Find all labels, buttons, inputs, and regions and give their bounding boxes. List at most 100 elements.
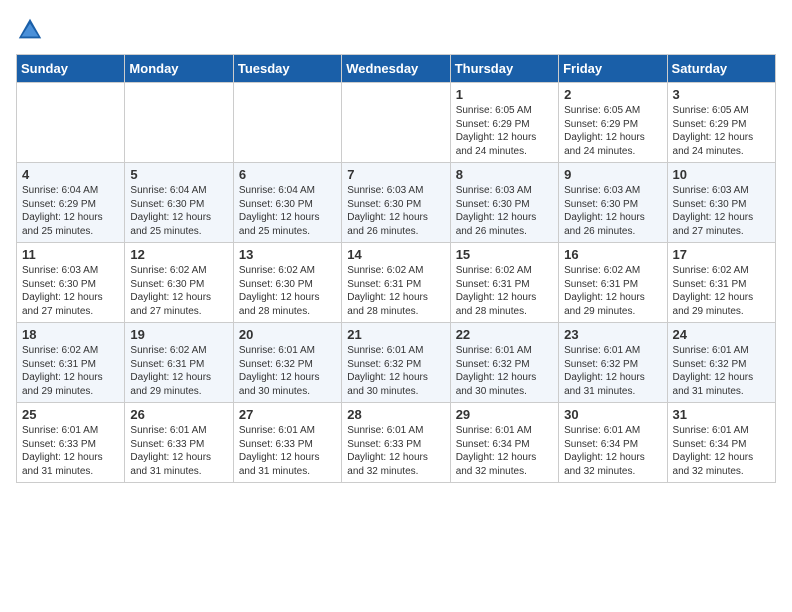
cell-info: Sunrise: 6:01 AM Sunset: 6:33 PM Dayligh…	[347, 424, 444, 478]
cell-info: Sunrise: 6:04 AM Sunset: 6:29 PM Dayligh…	[22, 184, 119, 238]
cell-info: Sunrise: 6:03 AM Sunset: 6:30 PM Dayligh…	[564, 184, 661, 238]
day-number: 10	[673, 167, 770, 182]
cell-info: Sunrise: 6:01 AM Sunset: 6:32 PM Dayligh…	[239, 344, 336, 398]
day-number: 8	[456, 167, 553, 182]
cell-info: Sunrise: 6:01 AM Sunset: 6:32 PM Dayligh…	[564, 344, 661, 398]
day-number: 6	[239, 167, 336, 182]
cell-info: Sunrise: 6:01 AM Sunset: 6:33 PM Dayligh…	[239, 424, 336, 478]
day-header-friday: Friday	[559, 55, 667, 83]
calendar-cell: 6 Sunrise: 6:04 AM Sunset: 6:30 PM Daylig…	[233, 163, 341, 243]
cell-info: Sunrise: 6:01 AM Sunset: 6:34 PM Dayligh…	[456, 424, 553, 478]
calendar-cell: 7Sunrise: 6:03 AM Sunset: 6:30 PM Daylig…	[342, 163, 450, 243]
cell-info: Sunrise: 6:05 AM Sunset: 6:29 PM Dayligh…	[564, 104, 661, 158]
calendar-cell: 20 Sunrise: 6:01 AM Sunset: 6:32 PM Dayli…	[233, 323, 341, 403]
calendar-cell: 27 Sunrise: 6:01 AM Sunset: 6:33 PM Dayli…	[233, 403, 341, 483]
calendar-cell: 14 Sunrise: 6:02 AM Sunset: 6:31 PM Dayli…	[342, 243, 450, 323]
day-number: 18	[22, 327, 119, 342]
calendar-cell	[342, 83, 450, 163]
day-number: 2	[564, 87, 661, 102]
day-header-wednesday: Wednesday	[342, 55, 450, 83]
day-header-thursday: Thursday	[450, 55, 558, 83]
cell-info: Sunrise: 6:05 AM Sunset: 6:29 PM Dayligh…	[673, 104, 770, 158]
calendar-cell: 16 Sunrise: 6:02 AM Sunset: 6:31 PM Dayli…	[559, 243, 667, 323]
calendar-cell: 30 Sunrise: 6:01 AM Sunset: 6:34 PM Dayli…	[559, 403, 667, 483]
day-number: 23	[564, 327, 661, 342]
calendar-cell	[233, 83, 341, 163]
cell-info: Sunrise: 6:01 AM Sunset: 6:32 PM Dayligh…	[456, 344, 553, 398]
day-number: 25	[22, 407, 119, 422]
cell-info: Sunrise: 6:02 AM Sunset: 6:31 PM Dayligh…	[673, 264, 770, 318]
calendar-cell: 18 Sunrise: 6:02 AM Sunset: 6:31 PM Dayli…	[17, 323, 125, 403]
calendar-cell: 12Sunrise: 6:02 AM Sunset: 6:30 PM Dayli…	[125, 243, 233, 323]
calendar-cell: 13 Sunrise: 6:02 AM Sunset: 6:30 PM Dayli…	[233, 243, 341, 323]
day-number: 28	[347, 407, 444, 422]
cell-info: Sunrise: 6:02 AM Sunset: 6:31 PM Dayligh…	[22, 344, 119, 398]
calendar-cell: 15 Sunrise: 6:02 AM Sunset: 6:31 PM Dayli…	[450, 243, 558, 323]
day-number: 3	[673, 87, 770, 102]
cell-info: Sunrise: 6:02 AM Sunset: 6:31 PM Dayligh…	[564, 264, 661, 318]
calendar-cell: 29 Sunrise: 6:01 AM Sunset: 6:34 PM Dayli…	[450, 403, 558, 483]
cell-info: Sunrise: 6:02 AM Sunset: 6:30 PM Dayligh…	[239, 264, 336, 318]
cell-info: Sunrise: 6:01 AM Sunset: 6:34 PM Dayligh…	[673, 424, 770, 478]
day-number: 21	[347, 327, 444, 342]
calendar-cell: 31Sunrise: 6:01 AM Sunset: 6:34 PM Dayli…	[667, 403, 775, 483]
cell-info: Sunrise: 6:04 AM Sunset: 6:30 PM Dayligh…	[130, 184, 227, 238]
day-number: 13	[239, 247, 336, 262]
cell-info: Sunrise: 6:05 AM Sunset: 6:29 PM Dayligh…	[456, 104, 553, 158]
day-number: 15	[456, 247, 553, 262]
day-header-monday: Monday	[125, 55, 233, 83]
calendar-cell: 1 Sunrise: 6:05 AM Sunset: 6:29 PM Daylig…	[450, 83, 558, 163]
cell-info: Sunrise: 6:03 AM Sunset: 6:30 PM Dayligh…	[456, 184, 553, 238]
day-number: 9	[564, 167, 661, 182]
logo	[16, 16, 50, 44]
cell-info: Sunrise: 6:02 AM Sunset: 6:31 PM Dayligh…	[456, 264, 553, 318]
day-number: 17	[673, 247, 770, 262]
day-number: 30	[564, 407, 661, 422]
cell-info: Sunrise: 6:02 AM Sunset: 6:31 PM Dayligh…	[347, 264, 444, 318]
day-number: 24	[673, 327, 770, 342]
calendar-cell	[17, 83, 125, 163]
day-number: 11	[22, 247, 119, 262]
cell-info: Sunrise: 6:01 AM Sunset: 6:34 PM Dayligh…	[564, 424, 661, 478]
calendar-cell: 24 Sunrise: 6:01 AM Sunset: 6:32 PM Dayli…	[667, 323, 775, 403]
day-number: 12	[130, 247, 227, 262]
cell-info: Sunrise: 6:03 AM Sunset: 6:30 PM Dayligh…	[347, 184, 444, 238]
cell-info: Sunrise: 6:02 AM Sunset: 6:31 PM Dayligh…	[130, 344, 227, 398]
cell-info: Sunrise: 6:01 AM Sunset: 6:33 PM Dayligh…	[22, 424, 119, 478]
day-header-saturday: Saturday	[667, 55, 775, 83]
day-number: 14	[347, 247, 444, 262]
calendar-cell: 28 Sunrise: 6:01 AM Sunset: 6:33 PM Dayli…	[342, 403, 450, 483]
calendar-cell	[125, 83, 233, 163]
day-number: 20	[239, 327, 336, 342]
calendar-cell: 3 Sunrise: 6:05 AM Sunset: 6:29 PM Daylig…	[667, 83, 775, 163]
cell-info: Sunrise: 6:03 AM Sunset: 6:30 PM Dayligh…	[673, 184, 770, 238]
day-number: 29	[456, 407, 553, 422]
calendar-cell: 25 Sunrise: 6:01 AM Sunset: 6:33 PM Dayli…	[17, 403, 125, 483]
calendar-cell: 23 Sunrise: 6:01 AM Sunset: 6:32 PM Dayli…	[559, 323, 667, 403]
day-number: 27	[239, 407, 336, 422]
day-number: 5	[130, 167, 227, 182]
calendar-cell: 10 Sunrise: 6:03 AM Sunset: 6:30 PM Dayli…	[667, 163, 775, 243]
day-number: 16	[564, 247, 661, 262]
cell-info: Sunrise: 6:01 AM Sunset: 6:32 PM Dayligh…	[347, 344, 444, 398]
day-header-tuesday: Tuesday	[233, 55, 341, 83]
calendar-cell: 8 Sunrise: 6:03 AM Sunset: 6:30 PM Daylig…	[450, 163, 558, 243]
cell-info: Sunrise: 6:04 AM Sunset: 6:30 PM Dayligh…	[239, 184, 336, 238]
logo-icon	[16, 16, 44, 44]
day-number: 19	[130, 327, 227, 342]
calendar-cell: 5 Sunrise: 6:04 AM Sunset: 6:30 PM Daylig…	[125, 163, 233, 243]
calendar-cell: 2 Sunrise: 6:05 AM Sunset: 6:29 PM Daylig…	[559, 83, 667, 163]
cell-info: Sunrise: 6:01 AM Sunset: 6:33 PM Dayligh…	[130, 424, 227, 478]
calendar-cell: 19 Sunrise: 6:02 AM Sunset: 6:31 PM Dayli…	[125, 323, 233, 403]
cell-info: Sunrise: 6:03 AM Sunset: 6:30 PM Dayligh…	[22, 264, 119, 318]
calendar-table: SundayMondayTuesdayWednesdayThursdayFrid…	[16, 54, 776, 483]
day-number: 4	[22, 167, 119, 182]
cell-info: Sunrise: 6:01 AM Sunset: 6:32 PM Dayligh…	[673, 344, 770, 398]
day-number: 1	[456, 87, 553, 102]
day-number: 22	[456, 327, 553, 342]
calendar-cell: 9 Sunrise: 6:03 AM Sunset: 6:30 PM Daylig…	[559, 163, 667, 243]
calendar-cell: 21 Sunrise: 6:01 AM Sunset: 6:32 PM Dayli…	[342, 323, 450, 403]
day-number: 26	[130, 407, 227, 422]
day-header-sunday: Sunday	[17, 55, 125, 83]
calendar-cell: 11 Sunrise: 6:03 AM Sunset: 6:30 PM Dayli…	[17, 243, 125, 323]
